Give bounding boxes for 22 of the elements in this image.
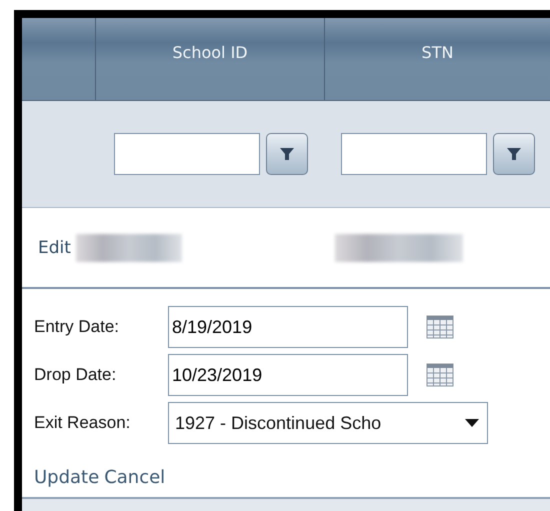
action-link[interactable]: Update bbox=[34, 467, 100, 488]
filter-icon bbox=[279, 146, 295, 162]
column-header[interactable]: School ID bbox=[96, 18, 325, 100]
field-label: Exit Reason: bbox=[34, 413, 132, 433]
date-field[interactable]: 8/19/2019 bbox=[168, 306, 408, 348]
column-header[interactable]: STN bbox=[325, 18, 550, 100]
field-label: Drop Date: bbox=[34, 365, 118, 385]
action-link[interactable]: Cancel bbox=[104, 467, 166, 488]
caret-icon bbox=[465, 419, 479, 427]
calendar-icon bbox=[426, 315, 454, 339]
field-label: Entry Date: bbox=[34, 317, 120, 337]
filter-field[interactable] bbox=[114, 133, 260, 175]
date-field[interactable]: 10/23/2019 bbox=[168, 354, 408, 396]
filter-field[interactable] bbox=[341, 133, 487, 175]
calendar-button[interactable] bbox=[426, 363, 454, 387]
calendar-button[interactable] bbox=[426, 315, 454, 339]
exit-reason-dropdown[interactable]: 1927 - Discontinued Scho bbox=[168, 402, 488, 444]
filter-button[interactable] bbox=[266, 133, 308, 175]
filter-button[interactable] bbox=[493, 133, 535, 175]
filter-icon bbox=[506, 146, 522, 162]
edit-link[interactable]: Edit bbox=[38, 238, 71, 258]
calendar-icon bbox=[426, 363, 454, 387]
